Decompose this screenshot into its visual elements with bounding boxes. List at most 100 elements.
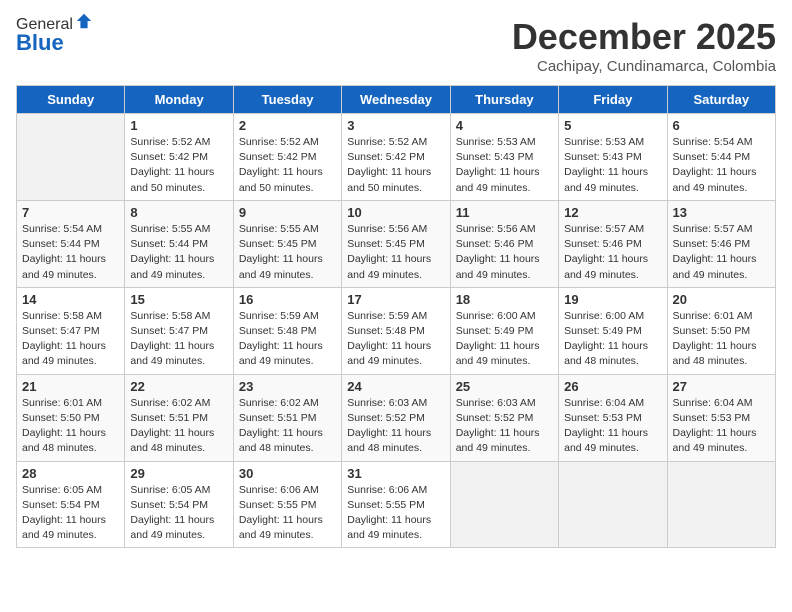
calendar-cell: 6 Sunrise: 5:54 AM Sunset: 5:44 PM Daylig… (667, 114, 775, 201)
calendar-cell: 14 Sunrise: 5:58 AM Sunset: 5:47 PM Dayli… (17, 287, 125, 374)
calendar-cell: 21 Sunrise: 6:01 AM Sunset: 5:50 PM Dayli… (17, 374, 125, 461)
day-info: Sunrise: 5:52 AM Sunset: 5:42 PM Dayligh… (239, 135, 336, 196)
calendar-cell: 10Sunrise: 5:56 AM Sunset: 5:45 PM Dayli… (342, 200, 450, 287)
day-info: Sunrise: 5:55 AM Sunset: 5:45 PM Dayligh… (239, 222, 336, 283)
calendar-cell: 24Sunrise: 6:03 AM Sunset: 5:52 PM Dayli… (342, 374, 450, 461)
calendar-week-row: 14 Sunrise: 5:58 AM Sunset: 5:47 PM Dayli… (17, 287, 776, 374)
day-number: 20 (673, 292, 770, 307)
calendar-cell: 9 Sunrise: 5:55 AM Sunset: 5:45 PM Daylig… (233, 200, 341, 287)
calendar-cell (450, 461, 558, 548)
day-number: 19 (564, 292, 661, 307)
day-number: 15 (130, 292, 227, 307)
day-number: 10 (347, 205, 444, 220)
day-info: Sunrise: 5:54 AM Sunset: 5:44 PM Dayligh… (22, 222, 119, 283)
day-info: Sunrise: 5:57 AM Sunset: 5:46 PM Dayligh… (564, 222, 661, 283)
calendar-cell: 17 Sunrise: 5:59 AM Sunset: 5:48 PM Dayli… (342, 287, 450, 374)
day-number: 16 (239, 292, 336, 307)
calendar-cell: 19 Sunrise: 6:00 AM Sunset: 5:49 PM Dayli… (559, 287, 667, 374)
calendar-cell: 27 Sunrise: 6:04 AM Sunset: 5:53 PM Dayli… (667, 374, 775, 461)
calendar-cell: 4 Sunrise: 5:53 AM Sunset: 5:43 PM Daylig… (450, 114, 558, 201)
day-number: 22 (130, 379, 227, 394)
calendar-cell: 20 Sunrise: 6:01 AM Sunset: 5:50 PM Dayli… (667, 287, 775, 374)
day-number: 2 (239, 118, 336, 133)
day-info: Sunrise: 6:00 AM Sunset: 5:49 PM Dayligh… (456, 309, 553, 370)
day-info: Sunrise: 6:05 AM Sunset: 5:54 PM Dayligh… (22, 483, 119, 544)
calendar-cell: 29 Sunrise: 6:05 AM Sunset: 5:54 PM Dayli… (125, 461, 233, 548)
day-info: Sunrise: 5:56 AM Sunset: 5:46 PM Dayligh… (456, 222, 553, 283)
calendar-cell: 11 Sunrise: 5:56 AM Sunset: 5:46 PM Dayli… (450, 200, 558, 287)
day-info: Sunrise: 5:53 AM Sunset: 5:43 PM Dayligh… (564, 135, 661, 196)
day-number: 21 (22, 379, 119, 394)
header: General Blue December 2025 Cachipay, Cun… (16, 16, 776, 75)
day-number: 6 (673, 118, 770, 133)
day-number: 17 (347, 292, 444, 307)
day-number: 25 (456, 379, 553, 394)
weekday-header-row: SundayMondayTuesdayWednesdayThursdayFrid… (17, 86, 776, 114)
day-number: 3 (347, 118, 444, 133)
day-info: Sunrise: 6:03 AM Sunset: 5:52 PM Dayligh… (456, 396, 553, 457)
day-info: Sunrise: 6:02 AM Sunset: 5:51 PM Dayligh… (239, 396, 336, 457)
title-area: December 2025 Cachipay, Cundinamarca, Co… (512, 16, 776, 75)
day-number: 9 (239, 205, 336, 220)
weekday-header: Friday (559, 86, 667, 114)
day-number: 4 (456, 118, 553, 133)
location-title: Cachipay, Cundinamarca, Colombia (512, 58, 776, 75)
calendar-cell: 1Sunrise: 5:52 AM Sunset: 5:42 PM Daylig… (125, 114, 233, 201)
day-info: Sunrise: 5:52 AM Sunset: 5:42 PM Dayligh… (347, 135, 444, 196)
calendar-week-row: 28 Sunrise: 6:05 AM Sunset: 5:54 PM Dayli… (17, 461, 776, 548)
day-number: 23 (239, 379, 336, 394)
calendar-cell (667, 461, 775, 548)
day-number: 7 (22, 205, 119, 220)
day-info: Sunrise: 5:57 AM Sunset: 5:46 PM Dayligh… (673, 222, 770, 283)
calendar-cell: 26Sunrise: 6:04 AM Sunset: 5:53 PM Dayli… (559, 374, 667, 461)
calendar-cell: 8Sunrise: 5:55 AM Sunset: 5:44 PM Daylig… (125, 200, 233, 287)
calendar-cell: 25 Sunrise: 6:03 AM Sunset: 5:52 PM Dayli… (450, 374, 558, 461)
calendar-cell: 2 Sunrise: 5:52 AM Sunset: 5:42 PM Daylig… (233, 114, 341, 201)
day-info: Sunrise: 5:59 AM Sunset: 5:48 PM Dayligh… (239, 309, 336, 370)
weekday-header: Tuesday (233, 86, 341, 114)
day-info: Sunrise: 6:01 AM Sunset: 5:50 PM Dayligh… (673, 309, 770, 370)
calendar-cell: 22Sunrise: 6:02 AM Sunset: 5:51 PM Dayli… (125, 374, 233, 461)
day-number: 26 (564, 379, 661, 394)
day-info: Sunrise: 6:05 AM Sunset: 5:54 PM Dayligh… (130, 483, 227, 544)
day-info: Sunrise: 5:55 AM Sunset: 5:44 PM Dayligh… (130, 222, 227, 283)
day-number: 31 (347, 466, 444, 481)
day-number: 14 (22, 292, 119, 307)
logo-icon (75, 12, 93, 30)
day-number: 12 (564, 205, 661, 220)
calendar-cell: 12 Sunrise: 5:57 AM Sunset: 5:46 PM Dayli… (559, 200, 667, 287)
day-number: 11 (456, 205, 553, 220)
day-info: Sunrise: 5:59 AM Sunset: 5:48 PM Dayligh… (347, 309, 444, 370)
day-info: Sunrise: 6:04 AM Sunset: 5:53 PM Dayligh… (673, 396, 770, 457)
calendar-week-row: 1 Sunrise: 5:52 AM Sunset: 5:42 PM Daylig… (17, 114, 776, 201)
calendar-cell: 23 Sunrise: 6:02 AM Sunset: 5:51 PM Dayli… (233, 374, 341, 461)
day-number: 29 (130, 466, 227, 481)
calendar-cell: 13 Sunrise: 5:57 AM Sunset: 5:46 PM Dayli… (667, 200, 775, 287)
day-number: 27 (673, 379, 770, 394)
day-info: Sunrise: 5:58 AM Sunset: 5:47 PM Dayligh… (22, 309, 119, 370)
day-number: 28 (22, 466, 119, 481)
day-info: Sunrise: 5:54 AM Sunset: 5:44 PM Dayligh… (673, 135, 770, 196)
weekday-header: Monday (125, 86, 233, 114)
calendar-cell: 15 Sunrise: 5:58 AM Sunset: 5:47 PM Dayli… (125, 287, 233, 374)
calendar-cell: 7 Sunrise: 5:54 AM Sunset: 5:44 PM Daylig… (17, 200, 125, 287)
calendar-week-row: 21 Sunrise: 6:01 AM Sunset: 5:50 PM Dayli… (17, 374, 776, 461)
day-info: Sunrise: 5:58 AM Sunset: 5:47 PM Dayligh… (130, 309, 227, 370)
day-info: Sunrise: 6:00 AM Sunset: 5:49 PM Dayligh… (564, 309, 661, 370)
calendar-cell: 28 Sunrise: 6:05 AM Sunset: 5:54 PM Dayli… (17, 461, 125, 548)
day-info: Sunrise: 5:53 AM Sunset: 5:43 PM Dayligh… (456, 135, 553, 196)
logo-blue: Blue (16, 30, 93, 56)
day-number: 13 (673, 205, 770, 220)
calendar-cell (17, 114, 125, 201)
calendar-cell: 16 Sunrise: 5:59 AM Sunset: 5:48 PM Dayli… (233, 287, 341, 374)
day-number: 1 (130, 118, 227, 133)
calendar-week-row: 7 Sunrise: 5:54 AM Sunset: 5:44 PM Daylig… (17, 200, 776, 287)
day-info: Sunrise: 6:01 AM Sunset: 5:50 PM Dayligh… (22, 396, 119, 457)
calendar-cell: 30Sunrise: 6:06 AM Sunset: 5:55 PM Dayli… (233, 461, 341, 548)
day-number: 30 (239, 466, 336, 481)
calendar-cell: 3 Sunrise: 5:52 AM Sunset: 5:42 PM Daylig… (342, 114, 450, 201)
calendar-cell: 31Sunrise: 6:06 AM Sunset: 5:55 PM Dayli… (342, 461, 450, 548)
day-number: 18 (456, 292, 553, 307)
calendar-cell: 18 Sunrise: 6:00 AM Sunset: 5:49 PM Dayli… (450, 287, 558, 374)
weekday-header: Thursday (450, 86, 558, 114)
